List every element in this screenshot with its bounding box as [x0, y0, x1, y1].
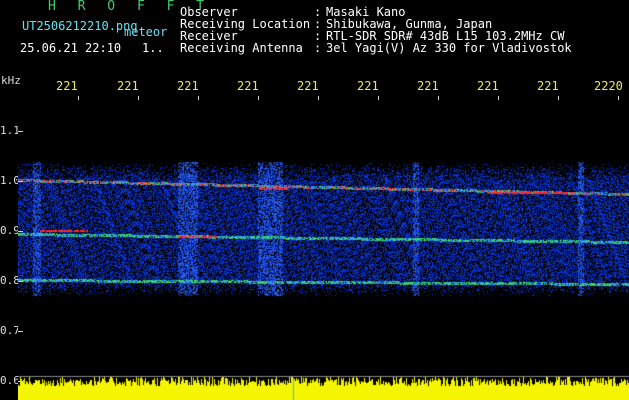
y-tick-mark — [18, 131, 23, 132]
x-tick-mark — [318, 96, 319, 100]
x-tick-mark — [138, 96, 139, 100]
x-tick-label: 221 — [537, 79, 559, 93]
y-tick-label: 1.0 — [0, 174, 20, 187]
y-tick-label: 0.8 — [0, 274, 20, 287]
x-tick-label: 221 — [237, 79, 259, 93]
y-tick-label: 0.9 — [0, 224, 20, 237]
y-tick-mark — [18, 281, 23, 282]
y-tick-label: 0.6 — [0, 374, 20, 387]
x-tick-mark — [558, 96, 559, 100]
x-tick-mark — [498, 96, 499, 100]
x-tick-mark — [78, 96, 79, 100]
x-tick-mark — [198, 96, 199, 100]
x-tick-label: 221 — [56, 79, 78, 93]
y-tick-mark — [18, 181, 23, 182]
y-unit-label: kHz — [1, 74, 21, 87]
antenna-value: 3el Yagi(V) Az 330 for Vladivostok — [326, 41, 572, 55]
y-tick-label: 0.7 — [0, 324, 20, 337]
x-tick-label: 221 — [177, 79, 199, 93]
antenna-label: Receiving Antenna — [180, 41, 303, 55]
x-tick-mark — [378, 96, 379, 100]
spectrogram-canvas — [18, 96, 629, 400]
x-tick-label: 221 — [117, 79, 139, 93]
x-tick-label: 2220 — [594, 79, 623, 93]
x-tick-mark — [438, 96, 439, 100]
datetime-label: 25.06.21 22:10 — [20, 41, 122, 55]
counter-label: 1.. — [142, 41, 164, 55]
x-tick-mark — [258, 96, 259, 100]
x-tick-label: 221 — [477, 79, 499, 93]
y-tick-mark — [18, 381, 23, 382]
filename-label: UT2506212210.png — [22, 19, 138, 33]
x-tick-label: 221 — [357, 79, 379, 93]
meteor-label: meteor — [124, 25, 168, 39]
y-tick-mark — [18, 331, 23, 332]
x-tick-label: 221 — [297, 79, 319, 93]
y-tick-mark — [18, 231, 23, 232]
y-tick-label: 1.1 — [0, 124, 20, 137]
x-tick-label: 221 — [417, 79, 439, 93]
field-separator: : — [314, 41, 322, 55]
x-tick-mark — [618, 96, 619, 100]
